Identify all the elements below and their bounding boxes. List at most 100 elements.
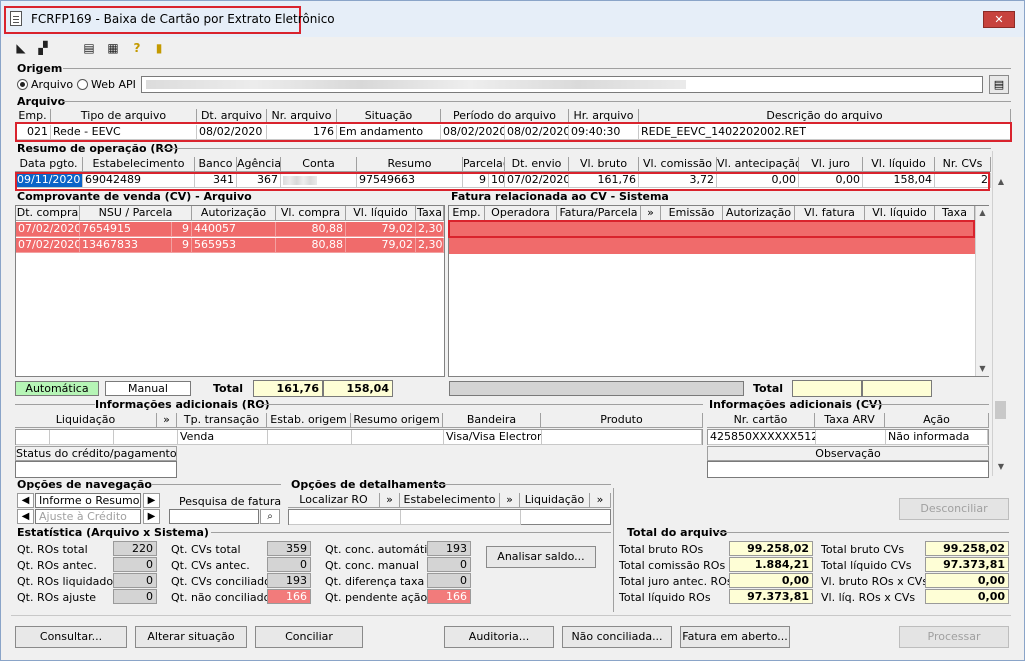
ro-grid-header: Data pgto. Estabelecimento Banco Agência…: [15, 157, 991, 172]
status-credito-field: [15, 461, 177, 478]
col-vl-antecipacao: Vl. antecipação: [717, 157, 799, 172]
total-liquido-ros-value: 97.373,81: [729, 589, 813, 604]
fatura-scrollbar[interactable]: ▲ ▼: [975, 206, 989, 376]
nav-ajuste-field[interactable]: Ajuste à Crédito: [35, 509, 141, 524]
scroll-up-icon[interactable]: ▲: [993, 175, 1009, 189]
estabelecimento-expand[interactable]: »: [500, 493, 520, 508]
scroll-down-icon[interactable]: ▼: [993, 460, 1009, 474]
radio-webapi[interactable]: [77, 79, 88, 90]
col-f-operadora: Operadora: [485, 206, 557, 221]
total-bruto-cvs-value: 99.258,02: [925, 541, 1009, 556]
col-bandeira: Bandeira: [443, 413, 541, 428]
col-taxa: Taxa: [416, 206, 444, 221]
cv-cell: 9: [172, 222, 192, 237]
qt-cvs-total-value: 359: [267, 541, 311, 556]
auditoria-button[interactable]: Auditoria...: [444, 626, 554, 648]
ro-section-label: Resumo de operação (RO): [17, 142, 179, 155]
nav-prev-ajuste-icon[interactable]: ◀: [17, 509, 34, 524]
processar-button[interactable]: Processar: [899, 626, 1009, 648]
qt-diferenca-taxa-label: Qt. diferença taxa: [325, 575, 425, 588]
nav-prev-resumo-icon[interactable]: ◀: [17, 493, 34, 508]
cv-cell: 07/02/2020: [16, 238, 80, 253]
cv-cell: 80,88: [276, 222, 346, 237]
qt-diferenca-taxa-value: 0: [427, 573, 471, 588]
col-conta: Conta: [281, 157, 357, 172]
nav-resumo-field[interactable]: Informe o Resumo!: [35, 493, 141, 508]
main-vertical-scrollbar[interactable]: ▲ ▼: [992, 151, 1009, 476]
legend-automatica: Automática: [15, 381, 99, 396]
nav-next-ajuste-icon[interactable]: ▶: [143, 509, 160, 524]
qt-cvs-antec-value: 0: [267, 557, 311, 572]
liquidacao-expand[interactable]: »: [590, 493, 611, 508]
col-autorizacao: Autorização: [192, 206, 276, 221]
document-icon: [10, 11, 22, 26]
alterar-situacao-button[interactable]: Alterar situação: [135, 626, 247, 648]
qt-ros-ajuste-label: Qt. ROs ajuste: [17, 591, 97, 604]
cv-cell: 80,88: [276, 238, 346, 253]
search-icon[interactable]: ⌕: [260, 509, 280, 524]
radio-webapi-label: Web API: [91, 78, 136, 91]
pesquisa-fatura-input[interactable]: [169, 509, 259, 524]
col-resumo-origem: Resumo origem: [351, 413, 443, 428]
fatura-total-1: [792, 380, 862, 397]
col-f-emissao: Emissão: [661, 206, 723, 221]
window-title: FCRFP169 - Baixa de Cartão por Extrato E…: [31, 12, 335, 26]
copy-record-icon[interactable]: ▞: [35, 41, 51, 55]
col-f-fatura: Fatura/Parcela: [557, 206, 641, 221]
cv-grid[interactable]: Dt. compra NSU / Parcela Autorização Vl.…: [15, 205, 445, 377]
total-bruto-ros-value: 99.258,02: [729, 541, 813, 556]
status-credito-label: Status do crédito/pagamento: [15, 446, 177, 461]
fatura-aberto-button[interactable]: Fatura em aberto...: [680, 626, 790, 648]
col-dt-envio: Dt. envio: [505, 157, 569, 172]
estabelecimento-button[interactable]: Estabelecimento: [400, 493, 500, 508]
nao-conciliada-button[interactable]: Não conciliada...: [562, 626, 672, 648]
liquidacao-button[interactable]: Liquidação: [520, 493, 590, 508]
close-button[interactable]: ✕: [983, 11, 1015, 28]
vl-bruto-ros-cvs-value: 0,00: [925, 573, 1009, 588]
info-ro-section-label: Informações adicionais (RO): [95, 398, 270, 411]
col-f-emp: Emp.: [449, 206, 485, 221]
col-resumo: Resumo: [357, 157, 463, 172]
grid-icon[interactable]: ▦: [105, 41, 121, 55]
col-agencia: Agência: [237, 157, 281, 172]
col-vl-liquido-cv: Vl. líquido: [346, 206, 416, 221]
cv-section-label: Comprovante de venda (CV) - Arquivo: [17, 190, 252, 203]
col-f-expand[interactable]: »: [641, 206, 661, 221]
scroll-thumb[interactable]: [995, 401, 1006, 419]
cell-tp-transacao: Venda: [178, 430, 268, 445]
fatura-scroll-down-icon[interactable]: ▼: [976, 362, 989, 376]
cv-cell: 565953: [192, 238, 276, 253]
col-f-autorizacao: Autorização: [723, 206, 795, 221]
help-icon[interactable]: ?: [129, 41, 145, 55]
detalhe-row[interactable]: [288, 509, 611, 525]
qt-ros-liquidados-label: Qt. ROs liquidados: [17, 575, 119, 588]
print-icon[interactable]: ▤: [81, 41, 97, 55]
cv-cell: 2,3000: [416, 222, 444, 237]
consultar-button[interactable]: Consultar...: [15, 626, 127, 648]
observacao-field[interactable]: [707, 461, 989, 478]
info-cv-section-label: Informações adicionais (CV): [709, 398, 883, 411]
arquivo-section-label: Arquivo: [17, 95, 66, 108]
qt-cvs-antec-label: Qt. CVs antec.: [171, 559, 250, 572]
browse-file-button[interactable]: ▤: [989, 75, 1009, 94]
col-liq-expand[interactable]: »: [157, 413, 177, 428]
info-ro-row[interactable]: Venda Visa/Visa Electron: [15, 429, 703, 445]
analisar-saldo-button[interactable]: Analisar saldo...: [486, 546, 596, 568]
cv-cell: 440057: [192, 222, 276, 237]
info-cv-row[interactable]: 425850XXXXXX5121 Não informada: [707, 429, 989, 445]
qt-ros-antec-value: 0: [113, 557, 157, 572]
fatura-scroll-up-icon[interactable]: ▲: [976, 206, 989, 220]
col-nr-cvs: Nr. CVs: [935, 157, 991, 172]
col-f-vl-fatura: Vl. fatura: [795, 206, 865, 221]
radio-arquivo[interactable]: [17, 79, 28, 90]
qt-ros-ajuste-value: 0: [113, 589, 157, 604]
first-record-icon[interactable]: ◣: [13, 41, 29, 55]
nav-section-label: Opções de navegação: [17, 478, 152, 491]
exit-door-icon[interactable]: ▮: [151, 41, 167, 55]
localizar-ro-expand[interactable]: »: [380, 493, 400, 508]
localizar-ro-button[interactable]: Localizar RO: [288, 493, 380, 508]
total-bruto-ros-label: Total bruto ROs: [619, 543, 704, 556]
desconciliar-button[interactable]: Desconciliar: [899, 498, 1009, 520]
nav-next-resumo-icon[interactable]: ▶: [143, 493, 160, 508]
conciliar-button[interactable]: Conciliar: [255, 626, 363, 648]
